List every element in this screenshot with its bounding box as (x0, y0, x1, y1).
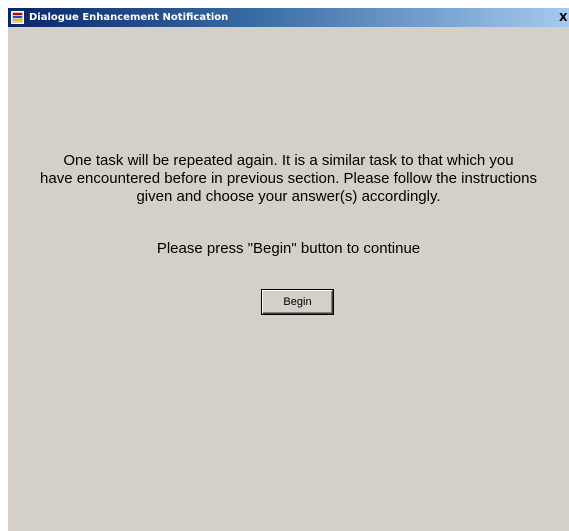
begin-button[interactable]: Begin (262, 290, 333, 314)
notification-message: One task will be repeated again. It is a… (8, 152, 569, 206)
app-window-icon (11, 11, 24, 24)
message-line: One task will be repeated again. It is a… (63, 152, 514, 169)
continue-prompt: Please press "Begin" button to continue (156, 240, 421, 257)
title-bar[interactable]: Dialogue Enhancement Notification X (8, 8, 569, 27)
window-title: Dialogue Enhancement Notification (29, 12, 229, 23)
close-button[interactable]: X (559, 10, 569, 25)
dialog-window: Dialogue Enhancement Notification X One … (8, 8, 569, 531)
message-line: given and choose your answer(s) accordin… (136, 188, 441, 205)
message-line: have encountered before in previous sect… (40, 170, 537, 187)
